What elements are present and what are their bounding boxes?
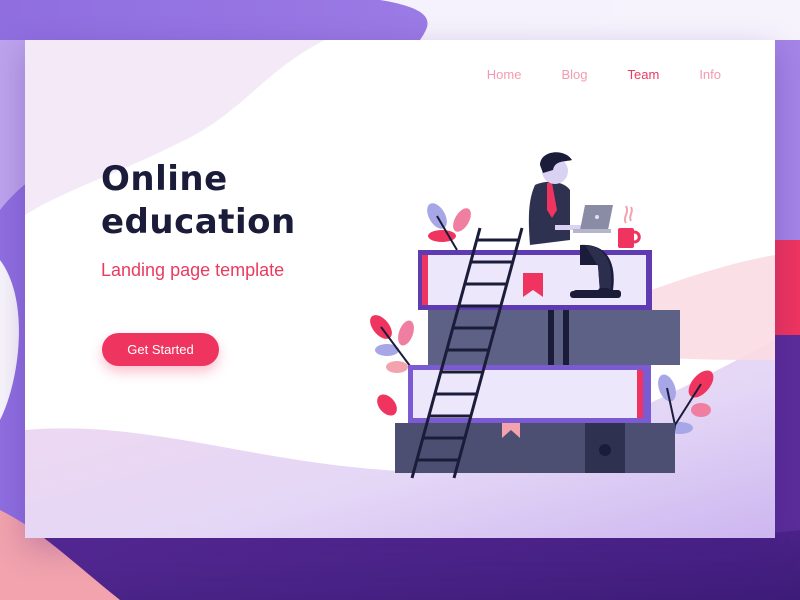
books-illustration [370, 152, 714, 479]
landing-card: Home Blog Team Info Online education Lan… [25, 40, 775, 538]
plant-leaf-icon [427, 203, 471, 251]
book-stack [395, 250, 680, 473]
coffee-cup-icon [618, 205, 641, 248]
